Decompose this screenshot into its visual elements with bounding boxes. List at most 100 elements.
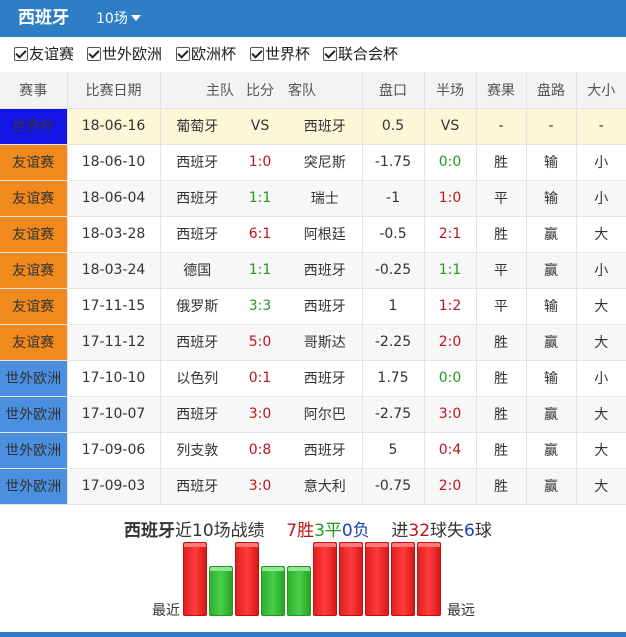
- competition-badge[interactable]: 友谊赛: [0, 252, 67, 289]
- away-team[interactable]: 西班牙: [280, 252, 362, 289]
- competition-badge[interactable]: 友谊赛: [0, 216, 67, 253]
- col-over-under: 大小: [575, 72, 626, 109]
- over-under-result: 大: [575, 396, 626, 433]
- score-cell[interactable]: 3:3: [240, 288, 280, 325]
- handicap-result: 赢: [525, 468, 576, 505]
- away-team[interactable]: 阿尔巴: [280, 396, 362, 433]
- score-cell[interactable]: 6:1: [240, 216, 280, 253]
- home-team[interactable]: 西班牙: [159, 144, 240, 181]
- away-team[interactable]: 阿根廷: [280, 216, 362, 253]
- score-cell[interactable]: 3:0: [240, 396, 280, 433]
- home-team[interactable]: 葡萄牙: [159, 108, 240, 145]
- score-cell[interactable]: 0:8: [240, 432, 280, 469]
- competition-badge[interactable]: 世外欧洲: [0, 468, 67, 505]
- checkbox-checked-icon[interactable]: [176, 47, 190, 61]
- checkbox-checked-icon[interactable]: [323, 47, 337, 61]
- table-row[interactable]: 世外欧洲 17-09-03 西班牙 3:0 意大利 -0.75 2:0 胜赢大: [0, 468, 626, 505]
- form-bar-win: [313, 542, 337, 616]
- table-row[interactable]: 友谊赛 18-03-24 德国 1:1 西班牙 -0.25 1:1 平赢小: [0, 252, 626, 289]
- home-team[interactable]: 德国: [159, 252, 240, 289]
- score-cell[interactable]: 0:1: [240, 360, 280, 397]
- table-row[interactable]: 世外欧洲 17-09-06 列支敦 0:8 西班牙 5 0:4 胜赢大: [0, 432, 626, 469]
- checkbox-checked-icon[interactable]: [14, 47, 28, 61]
- filter-label: 世界杯: [265, 45, 311, 63]
- form-bar-win: [391, 542, 415, 616]
- away-team[interactable]: 瑞士: [280, 180, 362, 217]
- table-row[interactable]: 友谊赛 18-03-28 西班牙 6:1 阿根廷 -0.5 2:1 胜赢大: [0, 216, 626, 253]
- half-time-cell: 1:1: [423, 252, 476, 289]
- table-row[interactable]: 友谊赛 18-06-10 西班牙 1:0 突尼斯 -1.75 0:0 胜输小: [0, 144, 626, 181]
- match-result: 胜: [475, 324, 526, 361]
- half-time-cell: 0:0: [423, 360, 476, 397]
- away-team[interactable]: 西班牙: [280, 288, 362, 325]
- half-value: 0:0: [438, 370, 462, 386]
- competition-badge[interactable]: 友谊赛: [0, 288, 67, 325]
- competition-badge[interactable]: 世外欧洲: [0, 396, 67, 433]
- score-cell[interactable]: 1:1: [240, 252, 280, 289]
- score-value: 5:0: [248, 334, 272, 350]
- home-team[interactable]: 列支敦: [159, 432, 240, 469]
- home-team[interactable]: 西班牙: [159, 216, 240, 253]
- away-team[interactable]: 西班牙: [280, 432, 362, 469]
- match-count-dropdown[interactable]: 10场: [96, 9, 141, 29]
- table-row[interactable]: 世外欧洲 17-10-10 以色列 0:1 西班牙 1.75 0:0 胜输小: [0, 360, 626, 397]
- match-result: 胜: [475, 396, 526, 433]
- away-team[interactable]: 西班牙: [280, 360, 362, 397]
- half-value: 2:0: [438, 334, 462, 350]
- competition-badge[interactable]: 世界杯: [0, 108, 67, 145]
- filter-label: 联合会杯: [338, 45, 399, 63]
- table-row[interactable]: 友谊赛 17-11-12 西班牙 5:0 哥斯达 -2.25 2:0 胜赢大: [0, 324, 626, 361]
- half-time-cell: 1:2: [423, 288, 476, 325]
- summary-win-unit: 胜: [297, 521, 315, 541]
- handicap-result: 输: [525, 288, 576, 325]
- competition-badge[interactable]: 友谊赛: [0, 144, 67, 181]
- form-bar-win: [365, 542, 389, 616]
- match-result: 胜: [475, 468, 526, 505]
- form-bar-win: [339, 542, 363, 616]
- filter-confed-cup[interactable]: 联合会杯: [323, 44, 398, 64]
- match-result: 胜: [475, 216, 526, 253]
- filter-wc-qual-europe[interactable]: 世外欧洲: [87, 44, 162, 64]
- half-time-cell: 3:0: [423, 396, 476, 433]
- competition-badge[interactable]: 友谊赛: [0, 324, 67, 361]
- competition-badge[interactable]: 友谊赛: [0, 180, 67, 217]
- filter-euro-cup[interactable]: 欧洲杯: [176, 44, 236, 64]
- label-most-distant: 最远: [447, 603, 475, 619]
- caret-down-icon: [130, 15, 141, 21]
- table-row[interactable]: 友谊赛 17-11-15 俄罗斯 3:3 西班牙 1 1:2 平输大: [0, 288, 626, 325]
- table-row[interactable]: 友谊赛 18-06-04 西班牙 1:1 瑞士 -1 1:0 平输小: [0, 180, 626, 217]
- home-team[interactable]: 西班牙: [159, 324, 240, 361]
- home-team[interactable]: 西班牙: [159, 468, 240, 505]
- competition-badge[interactable]: 世外欧洲: [0, 432, 67, 469]
- over-under-result: -: [575, 108, 626, 145]
- table-row[interactable]: 世外欧洲 17-10-07 西班牙 3:0 阿尔巴 -2.75 3:0 胜赢大: [0, 396, 626, 433]
- table-row[interactable]: 世界杯 18-06-16 葡萄牙 VS 西班牙 0.5 VS - - -: [0, 108, 626, 145]
- score-cell[interactable]: 5:0: [240, 324, 280, 361]
- score-cell[interactable]: VS: [240, 108, 280, 145]
- col-asian-handicap: 盘路: [525, 72, 576, 109]
- away-team[interactable]: 西班牙: [280, 108, 362, 145]
- checkbox-checked-icon[interactable]: [87, 47, 101, 61]
- away-team[interactable]: 意大利: [280, 468, 362, 505]
- form-bar-draw: [209, 566, 233, 616]
- checkbox-checked-icon[interactable]: [250, 47, 264, 61]
- away-team[interactable]: 哥斯达: [280, 324, 362, 361]
- home-team[interactable]: 俄罗斯: [159, 288, 240, 325]
- score-value: 1:0: [248, 154, 272, 170]
- home-team[interactable]: 以色列: [159, 360, 240, 397]
- filter-label: 世外欧洲: [102, 45, 163, 63]
- half-time-cell: 2:1: [423, 216, 476, 253]
- filter-friendly[interactable]: 友谊赛: [14, 44, 74, 64]
- handicap: 1.75: [361, 360, 424, 397]
- score-cell[interactable]: 1:1: [240, 180, 280, 217]
- away-team[interactable]: 突尼斯: [280, 144, 362, 181]
- filter-world-cup[interactable]: 世界杯: [250, 44, 310, 64]
- home-team[interactable]: 西班牙: [159, 180, 240, 217]
- match-date: 17-09-06: [66, 432, 160, 469]
- over-under-result: 小: [575, 180, 626, 217]
- score-cell[interactable]: 1:0: [240, 144, 280, 181]
- home-team[interactable]: 西班牙: [159, 396, 240, 433]
- score-cell[interactable]: 3:0: [240, 468, 280, 505]
- table-header-row: 赛事 比赛日期 主队 比分 客队 盘口 半场 赛果 盘路 大小: [0, 72, 626, 109]
- competition-badge[interactable]: 世外欧洲: [0, 360, 67, 397]
